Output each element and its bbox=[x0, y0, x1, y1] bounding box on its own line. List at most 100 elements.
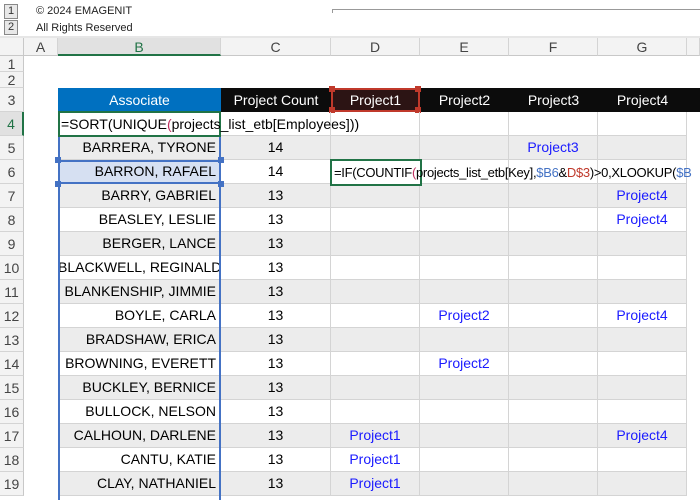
project-cell[interactable] bbox=[420, 232, 509, 256]
project-count-cell[interactable]: 13 bbox=[221, 328, 331, 352]
row-header-3[interactable]: 3 bbox=[0, 88, 24, 112]
project-cell[interactable] bbox=[331, 256, 420, 280]
column-header-h[interactable] bbox=[687, 38, 700, 56]
row-header-14[interactable]: 14 bbox=[0, 352, 24, 376]
project-cell[interactable] bbox=[420, 400, 509, 424]
project-cell[interactable] bbox=[331, 400, 420, 424]
project-cell[interactable]: Project2 bbox=[420, 304, 509, 328]
project-cell[interactable] bbox=[509, 376, 598, 400]
project-count-cell[interactable]: 13 bbox=[221, 376, 331, 400]
header-project-count[interactable]: Project Count bbox=[221, 88, 331, 112]
project-cell[interactable]: Project4 bbox=[598, 184, 687, 208]
range-handle[interactable] bbox=[218, 157, 224, 163]
outline-level-1-button[interactable]: 1 bbox=[4, 4, 18, 19]
project-cell[interactable] bbox=[420, 184, 509, 208]
project-cell[interactable] bbox=[331, 376, 420, 400]
project-cell[interactable] bbox=[509, 184, 598, 208]
row-header-18[interactable]: 18 bbox=[0, 448, 24, 472]
formula-edit-b4[interactable]: =SORT(UNIQUE(projects_list_etb[Employees… bbox=[58, 111, 359, 137]
project-count-cell[interactable]: 13 bbox=[221, 448, 331, 472]
range-handle[interactable] bbox=[329, 86, 335, 92]
row-header-16[interactable]: 16 bbox=[0, 400, 24, 424]
column-header-a[interactable]: A bbox=[24, 38, 58, 56]
project-count-cell[interactable]: 13 bbox=[221, 184, 331, 208]
range-handle[interactable] bbox=[55, 181, 61, 187]
column-header-d[interactable]: D bbox=[331, 38, 420, 56]
column-header-b[interactable]: B bbox=[58, 38, 221, 56]
project-cell[interactable] bbox=[331, 184, 420, 208]
column-header-e[interactable]: E bbox=[420, 38, 509, 56]
project-cell[interactable] bbox=[509, 208, 598, 232]
project-cell[interactable] bbox=[420, 208, 509, 232]
project-count-cell[interactable]: 13 bbox=[221, 280, 331, 304]
project-cell[interactable] bbox=[509, 400, 598, 424]
row-header-7[interactable]: 7 bbox=[0, 184, 24, 208]
project-cell[interactable] bbox=[598, 232, 687, 256]
header-project1[interactable]: Project1 bbox=[331, 88, 420, 112]
project-cell[interactable]: Project4 bbox=[598, 304, 687, 328]
project-count-cell[interactable]: 13 bbox=[221, 304, 331, 328]
range-handle[interactable] bbox=[55, 157, 61, 163]
project-cell[interactable]: Project3 bbox=[509, 136, 598, 160]
project-cell[interactable]: Project2 bbox=[420, 352, 509, 376]
project-cell[interactable] bbox=[598, 400, 687, 424]
row-header-15[interactable]: 15 bbox=[0, 376, 24, 400]
project-cell[interactable] bbox=[420, 280, 509, 304]
column-header-c[interactable]: C bbox=[221, 38, 331, 56]
project-cell[interactable]: Project1 bbox=[331, 472, 420, 496]
row-header-4[interactable]: 4 bbox=[0, 112, 24, 136]
header-project2[interactable]: Project2 bbox=[420, 88, 509, 112]
project-cell[interactable] bbox=[331, 352, 420, 376]
row-header-19[interactable]: 19 bbox=[0, 472, 24, 496]
project-cell[interactable] bbox=[509, 280, 598, 304]
project-cell[interactable] bbox=[598, 376, 687, 400]
row-header-12[interactable]: 12 bbox=[0, 304, 24, 328]
project-count-cell[interactable]: 13 bbox=[221, 400, 331, 424]
project-cell[interactable] bbox=[331, 280, 420, 304]
project-cell[interactable] bbox=[598, 448, 687, 472]
project-count-cell[interactable]: 13 bbox=[221, 208, 331, 232]
column-header-f[interactable]: F bbox=[509, 38, 598, 56]
project-cell[interactable] bbox=[331, 304, 420, 328]
row-header-6[interactable]: 6 bbox=[0, 160, 24, 184]
row-header-11[interactable]: 11 bbox=[0, 280, 24, 304]
project-count-cell[interactable]: 13 bbox=[221, 424, 331, 448]
range-handle[interactable] bbox=[415, 86, 421, 92]
project-cell[interactable] bbox=[509, 256, 598, 280]
project-cell[interactable] bbox=[420, 376, 509, 400]
project-cell[interactable] bbox=[420, 472, 509, 496]
formula-edit-d6[interactable]: =IF(COUNTIF(projects_list_etb[Key],$B6&D… bbox=[330, 159, 692, 186]
project-cell[interactable] bbox=[509, 304, 598, 328]
row-header-5[interactable]: 5 bbox=[0, 136, 24, 160]
cell-row4[interactable] bbox=[509, 112, 598, 136]
project-cell[interactable] bbox=[598, 136, 687, 160]
row-header-1[interactable]: 1 bbox=[0, 56, 24, 72]
project-cell[interactable] bbox=[598, 472, 687, 496]
header-project3[interactable]: Project3 bbox=[509, 88, 598, 112]
row-header-17[interactable]: 17 bbox=[0, 424, 24, 448]
project-cell[interactable]: Project4 bbox=[598, 208, 687, 232]
project-cell[interactable]: Project1 bbox=[331, 448, 420, 472]
project-cell[interactable] bbox=[509, 352, 598, 376]
project-cell[interactable] bbox=[331, 232, 420, 256]
row-header-2[interactable]: 2 bbox=[0, 72, 24, 88]
project-count-cell[interactable]: 14 bbox=[221, 160, 331, 184]
project-cell[interactable] bbox=[509, 232, 598, 256]
project-cell[interactable]: Project1 bbox=[331, 424, 420, 448]
project-cell[interactable] bbox=[420, 448, 509, 472]
row-header-10[interactable]: 10 bbox=[0, 256, 24, 280]
column-header-g[interactable]: G bbox=[598, 38, 687, 56]
project-cell[interactable] bbox=[598, 280, 687, 304]
project-cell[interactable] bbox=[331, 136, 420, 160]
header-project4[interactable]: Project4 bbox=[598, 88, 687, 112]
outline-level-2-button[interactable]: 2 bbox=[4, 20, 18, 35]
header-associate[interactable]: Associate bbox=[58, 88, 221, 112]
project-cell[interactable] bbox=[509, 448, 598, 472]
outline-group-bracket[interactable] bbox=[332, 9, 700, 13]
project-cell[interactable] bbox=[420, 328, 509, 352]
project-count-cell[interactable]: 13 bbox=[221, 472, 331, 496]
project-count-cell[interactable]: 13 bbox=[221, 352, 331, 376]
project-cell[interactable] bbox=[420, 256, 509, 280]
project-count-cell[interactable]: 13 bbox=[221, 232, 331, 256]
range-handle[interactable] bbox=[218, 181, 224, 187]
